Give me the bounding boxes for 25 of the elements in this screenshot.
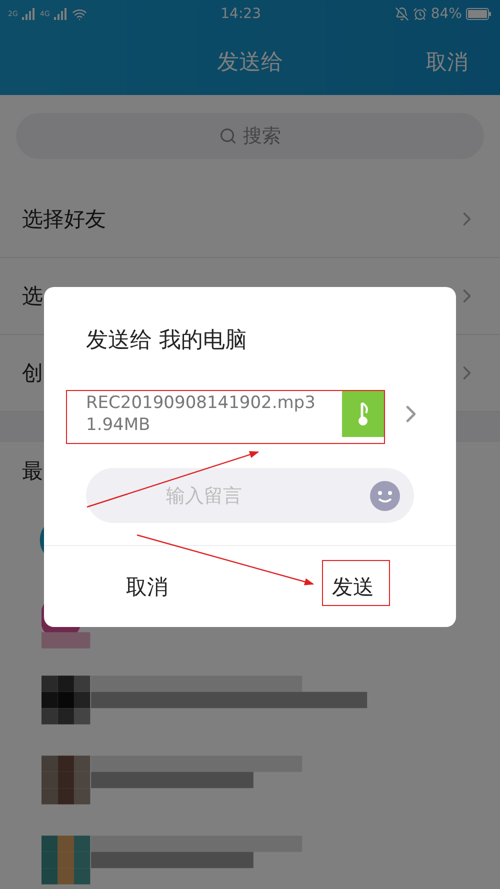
highlight-box — [322, 560, 390, 606]
header-title: 发送给 — [217, 48, 283, 76]
menu-item[interactable]: 选 — [22, 282, 43, 310]
menu-item[interactable]: 选择好友 — [22, 205, 106, 233]
cancel-button[interactable]: 取消 — [426, 48, 468, 76]
search-icon — [219, 127, 237, 145]
file-size: 1.94MB — [86, 414, 152, 436]
signal-icon — [54, 8, 68, 20]
signal-icon — [22, 8, 36, 20]
alarm-icon — [412, 7, 427, 21]
message-field[interactable]: 输入留言 — [164, 484, 344, 508]
battery-level: 84% — [430, 6, 462, 22]
bell-off-icon — [394, 7, 409, 21]
send-button[interactable]: 发送 — [250, 546, 456, 627]
music-file-icon — [342, 391, 385, 437]
battery-icon — [466, 8, 492, 20]
menu-item[interactable]: 创 — [22, 359, 43, 387]
file-name: REC20190908141902.mp3 — [86, 392, 316, 414]
cancel-button[interactable]: 取消 — [44, 546, 250, 627]
section-header: 最 — [22, 458, 43, 485]
wifi-icon — [72, 6, 87, 22]
dialog-title: 发送给 我的电脑 — [85, 327, 248, 355]
message-box[interactable]: 输入留言 — [86, 468, 414, 523]
clock: 14:23 — [220, 6, 261, 22]
emoji-icon[interactable] — [370, 480, 400, 510]
